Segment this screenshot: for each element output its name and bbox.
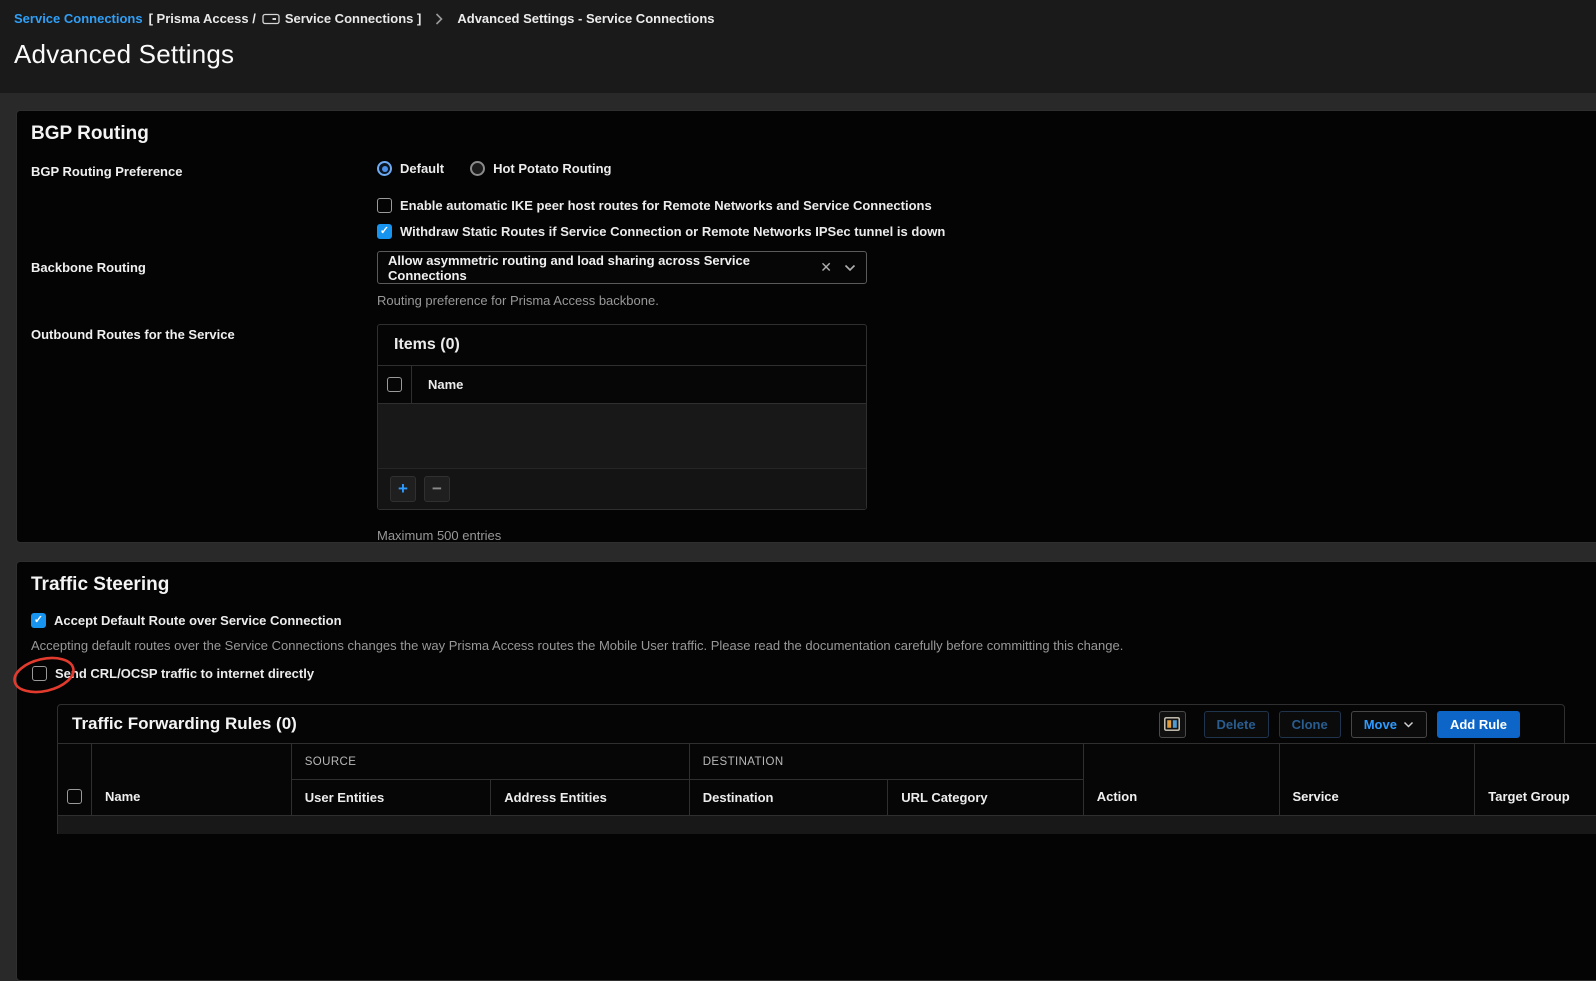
main-content: BGP Routing BGP Routing Preference Defau… xyxy=(0,93,1596,981)
page-header: Service Connections [ Prisma Access / Se… xyxy=(0,0,1596,93)
breadcrumb-context-prefix: [ Prisma Access / xyxy=(149,11,256,26)
items-table-header-row: Name xyxy=(378,366,866,404)
remove-item-button[interactable]: − xyxy=(424,476,450,502)
column-group-source: SOURCE User Entities Address Entities xyxy=(291,744,689,815)
breadcrumb-context: [ Prisma Access / Service Connections ] xyxy=(149,11,422,26)
outbound-routes-label: Outbound Routes for the Service xyxy=(31,324,377,342)
radio-default-label: Default xyxy=(400,161,444,176)
bgp-routing-title: BGP Routing xyxy=(31,123,1596,145)
backbone-routing-control: Allow asymmetric routing and load sharin… xyxy=(377,251,867,308)
items-table: Items (0) Name + − xyxy=(377,324,867,510)
rules-toolbar: Traffic Forwarding Rules (0) Delete Clon… xyxy=(57,704,1565,744)
chevron-down-icon xyxy=(1403,721,1414,728)
breadcrumb-link-service-connections[interactable]: Service Connections xyxy=(14,11,143,26)
outbound-routes-control: Items (0) Name + − Maximum 500 entries xyxy=(377,324,867,543)
accept-default-route-row[interactable]: ✓ Accept Default Route over Service Conn… xyxy=(31,613,1596,628)
column-header-service: Service xyxy=(1279,744,1475,815)
traffic-steering-title: Traffic Steering xyxy=(31,574,1596,596)
column-group-destination: DESTINATION Destination URL Category xyxy=(689,744,1083,815)
source-group-header: SOURCE xyxy=(292,744,689,780)
rules-table-header: Name SOURCE User Entities Address Entiti… xyxy=(58,744,1596,816)
backbone-routing-select[interactable]: Allow asymmetric routing and load sharin… xyxy=(377,251,867,284)
ike-peer-checkbox-row[interactable]: Enable automatic IKE peer host routes fo… xyxy=(377,198,1596,213)
bgp-preference-row: BGP Routing Preference Default Hot Potat… xyxy=(31,145,1596,179)
breadcrumb-context-suffix: Service Connections ] xyxy=(285,11,422,26)
rules-select-all-checkbox[interactable] xyxy=(67,789,82,804)
move-button[interactable]: Move xyxy=(1351,711,1427,738)
accept-default-route-checkbox[interactable]: ✓ xyxy=(31,613,46,628)
rules-panel-title: Traffic Forwarding Rules (0) xyxy=(72,714,1159,734)
backbone-routing-selected-value: Allow asymmetric routing and load sharin… xyxy=(388,253,820,283)
radio-hot-potato-label: Hot Potato Routing xyxy=(493,161,611,176)
items-name-column-header: Name xyxy=(412,366,463,403)
items-table-empty-body xyxy=(378,404,866,468)
withdraw-routes-checkbox[interactable]: ✓ xyxy=(377,224,392,239)
column-header-address-entities: Address Entities xyxy=(490,780,689,815)
backbone-routing-label: Backbone Routing xyxy=(31,251,377,275)
withdraw-routes-checkbox-row[interactable]: ✓ Withdraw Static Routes if Service Conn… xyxy=(377,224,1596,239)
items-select-all-checkbox[interactable] xyxy=(387,377,402,392)
breadcrumb: Service Connections [ Prisma Access / Se… xyxy=(14,11,1596,26)
crl-ocsp-label: Send CRL/OCSP traffic to internet direct… xyxy=(55,666,314,681)
column-header-destination: Destination xyxy=(690,780,888,815)
radio-option-default[interactable]: Default xyxy=(377,161,444,176)
ike-peer-checkbox[interactable] xyxy=(377,198,392,213)
items-table-title: Items (0) xyxy=(378,325,866,366)
rules-table: Name SOURCE User Entities Address Entiti… xyxy=(57,743,1596,834)
column-header-user-entities: User Entities xyxy=(292,780,491,815)
bgp-preference-radio-group: Default Hot Potato Routing xyxy=(377,161,611,176)
backbone-routing-row: Backbone Routing Allow asymmetric routin… xyxy=(31,251,1596,308)
radio-option-hot-potato[interactable]: Hot Potato Routing xyxy=(470,161,611,176)
add-rule-button[interactable]: Add Rule xyxy=(1437,711,1520,738)
source-subcolumns: User Entities Address Entities xyxy=(292,780,689,815)
items-select-all-cell xyxy=(378,366,412,403)
outbound-routes-row: Outbound Routes for the Service Items (0… xyxy=(31,324,1596,543)
service-connection-icon xyxy=(262,13,280,25)
add-item-button[interactable]: + xyxy=(390,476,416,502)
rules-select-all-cell xyxy=(58,744,91,815)
items-table-footer: + − xyxy=(378,468,866,509)
bgp-routing-card: BGP Routing BGP Routing Preference Defau… xyxy=(16,110,1596,543)
move-button-label: Move xyxy=(1364,717,1397,732)
traffic-steering-card: Traffic Steering ✓ Accept Default Route … xyxy=(16,561,1596,981)
destination-group-header: DESTINATION xyxy=(690,744,1083,780)
backbone-routing-help: Routing preference for Prisma Access bac… xyxy=(377,293,867,308)
breadcrumb-chevron-icon xyxy=(435,13,443,25)
column-header-url-category: URL Category xyxy=(887,780,1083,815)
destination-subcolumns: Destination URL Category xyxy=(690,780,1083,815)
manage-columns-button[interactable] xyxy=(1159,711,1186,738)
traffic-forwarding-rules-panel: Traffic Forwarding Rules (0) Delete Clon… xyxy=(57,704,1596,834)
chevron-down-icon[interactable] xyxy=(844,264,856,272)
crl-ocsp-row[interactable]: Send CRL/OCSP traffic to internet direct… xyxy=(32,666,1596,681)
rules-table-empty-body xyxy=(58,816,1596,834)
crl-ocsp-checkbox[interactable] xyxy=(32,666,47,681)
accept-default-route-label: Accept Default Route over Service Connec… xyxy=(54,613,342,628)
delete-button[interactable]: Delete xyxy=(1204,711,1269,738)
breadcrumb-current: Advanced Settings - Service Connections xyxy=(457,11,714,26)
clone-button[interactable]: Clone xyxy=(1279,711,1341,738)
rules-toolbar-buttons: Delete Clone Move Add Rule xyxy=(1159,711,1520,738)
column-header-target-group: Target Group xyxy=(1474,744,1596,815)
column-header-action: Action xyxy=(1083,744,1279,815)
ike-peer-checkbox-label: Enable automatic IKE peer host routes fo… xyxy=(400,198,932,213)
columns-icon xyxy=(1164,717,1180,731)
clear-icon[interactable]: ✕ xyxy=(820,259,832,276)
radio-hot-potato-control[interactable] xyxy=(470,161,485,176)
withdraw-routes-checkbox-label: Withdraw Static Routes if Service Connec… xyxy=(400,224,945,239)
page-title: Advanced Settings xyxy=(14,39,1596,70)
bgp-preference-label: BGP Routing Preference xyxy=(31,161,377,179)
items-max-note: Maximum 500 entries xyxy=(377,528,867,543)
accept-default-route-help: Accepting default routes over the Servic… xyxy=(31,638,1596,653)
column-header-name: Name xyxy=(91,744,291,815)
radio-default-control[interactable] xyxy=(377,161,392,176)
